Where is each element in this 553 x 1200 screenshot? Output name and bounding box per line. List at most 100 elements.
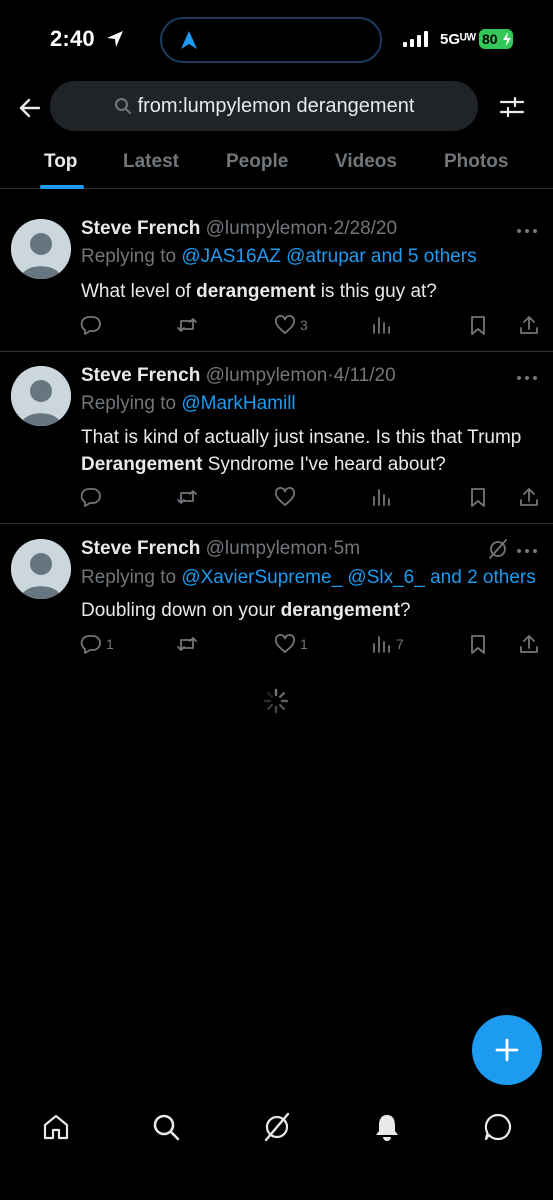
battery-level: 80 — [482, 31, 498, 47]
reply-button[interactable]: 1 — [80, 632, 114, 656]
text-segment: That is kind of actually just insane. Is… — [81, 427, 522, 448]
tab-label: Videos — [335, 151, 397, 172]
replying-to: Replying to @MarkHamill — [81, 393, 296, 415]
status-bar: 2:40 5Gᵁᵂ 80 — [0, 0, 553, 80]
views-button[interactable]: 7 — [370, 632, 404, 656]
views-button[interactable] — [370, 485, 396, 509]
highlighted-term: derangement — [280, 600, 400, 621]
tweet-text: Doubling down on your derangement? — [81, 597, 541, 624]
heart-icon — [275, 487, 295, 506]
bell-icon[interactable] — [372, 1112, 402, 1142]
reply-bubble-icon — [80, 316, 101, 335]
view-count: 7 — [396, 636, 404, 652]
navigation-arrow-icon — [181, 31, 197, 49]
back-arrow-icon — [19, 98, 41, 118]
author-handle[interactable]: @lumpylemon — [206, 365, 328, 386]
tweet[interactable]: Steve French @lumpylemon·5m Replying to … — [0, 524, 553, 664]
tweet-time[interactable]: 2/28/20 — [334, 218, 397, 239]
tweet-header: Steve French @lumpylemon·2/28/20 — [81, 218, 397, 240]
tab-videos[interactable]: Videos — [335, 134, 397, 173]
retweet-icon — [177, 637, 197, 651]
highlighted-term: derangement — [196, 281, 316, 302]
search-input[interactable]: from:lumpylemon derangement — [50, 81, 478, 131]
search-icon — [114, 98, 131, 114]
share-button[interactable] — [518, 632, 540, 656]
highlighted-term: Derangement — [81, 454, 203, 475]
tab-top[interactable]: Top — [44, 134, 77, 173]
author-handle[interactable]: @lumpylemon — [206, 218, 328, 239]
avatar[interactable] — [11, 366, 71, 426]
replying-prefix: Replying to — [81, 246, 182, 267]
back-button[interactable] — [14, 92, 46, 124]
tweet-time[interactable]: 5m — [334, 538, 360, 559]
author-handle[interactable]: @lumpylemon — [206, 538, 328, 559]
search-filter-button[interactable] — [496, 91, 528, 123]
reply-bubble-icon — [80, 635, 101, 654]
tweet-actions: 3 — [80, 313, 540, 337]
reply-bubble-icon — [80, 488, 101, 507]
tab-label: People — [226, 151, 289, 172]
views-bar-chart-icon — [373, 489, 390, 506]
bookmark-button[interactable] — [467, 313, 489, 337]
share-icon — [520, 488, 538, 506]
default-avatar-icon — [11, 219, 71, 279]
tab-label: Photos — [444, 151, 509, 172]
dynamic-island[interactable] — [160, 17, 382, 63]
like-count: 3 — [300, 317, 308, 333]
avatar[interactable] — [11, 219, 71, 279]
tweet[interactable]: Steve French @lumpylemon·4/11/20 Replyin… — [0, 352, 553, 524]
reply-mentions[interactable]: @XavierSupreme_ @Slx_6_ and 2 others — [181, 567, 535, 588]
tweet-actions: 1 1 7 — [80, 632, 540, 656]
reply-button[interactable] — [80, 313, 106, 337]
author-name[interactable]: Steve French — [81, 538, 200, 559]
grok-icon[interactable] — [487, 538, 509, 560]
message-icon[interactable] — [483, 1112, 513, 1142]
retweet-button[interactable] — [176, 632, 202, 656]
more-dots-icon[interactable] — [515, 372, 539, 384]
author-name[interactable]: Steve French — [81, 218, 200, 239]
search-query: from:lumpylemon derangement — [137, 94, 415, 117]
text-segment: ? — [399, 600, 411, 621]
compose-button[interactable] — [472, 1015, 542, 1085]
tweet-actions — [80, 485, 540, 509]
tab-latest[interactable]: Latest — [123, 134, 179, 173]
more-dots-icon[interactable] — [515, 545, 539, 557]
share-button[interactable] — [518, 485, 540, 509]
share-icon — [520, 316, 538, 334]
replying-to: Replying to @JAS16AZ @atrupar and 5 othe… — [81, 246, 477, 268]
text-segment: Doubling down on your — [81, 600, 281, 621]
bottom-navigation — [0, 1095, 553, 1200]
more-dots-icon[interactable] — [515, 225, 539, 237]
bookmark-button[interactable] — [467, 632, 489, 656]
home-icon[interactable] — [41, 1112, 71, 1142]
share-button[interactable] — [518, 313, 540, 337]
reply-button[interactable] — [80, 485, 106, 509]
search-icon[interactable] — [151, 1112, 181, 1142]
like-button[interactable] — [274, 485, 300, 509]
retweet-button[interactable] — [176, 313, 202, 337]
views-bar-chart-icon — [373, 317, 390, 334]
search-header: from:lumpylemon derangement — [0, 80, 553, 134]
views-button[interactable] — [370, 313, 396, 337]
text-segment: is this guy at? — [315, 281, 437, 302]
grok-icon[interactable] — [262, 1112, 292, 1142]
bookmark-button[interactable] — [467, 485, 489, 509]
tweet-time[interactable]: 4/11/20 — [334, 365, 396, 386]
like-button[interactable]: 3 — [274, 313, 308, 337]
tweet-header: Steve French @lumpylemon·5m — [81, 538, 360, 560]
retweet-button[interactable] — [176, 485, 202, 509]
like-button[interactable]: 1 — [274, 632, 308, 656]
tab-label: Latest — [123, 151, 179, 172]
text-segment: Syndrome I've heard about? — [202, 454, 446, 475]
tab-photos[interactable]: Photos — [444, 134, 508, 173]
avatar[interactable] — [11, 539, 71, 599]
replying-prefix: Replying to — [81, 567, 182, 588]
author-name[interactable]: Steve French — [81, 365, 200, 386]
reply-mentions[interactable]: @MarkHamill — [181, 393, 295, 414]
tweet[interactable]: Steve French @lumpylemon·2/28/20 Replyin… — [0, 190, 553, 352]
retweet-icon — [177, 318, 197, 332]
reply-mentions[interactable]: @JAS16AZ @atrupar and 5 others — [181, 246, 476, 267]
tab-people[interactable]: People — [226, 134, 288, 173]
cellular-signal-icon — [403, 31, 428, 47]
tab-label: Top — [44, 151, 78, 172]
